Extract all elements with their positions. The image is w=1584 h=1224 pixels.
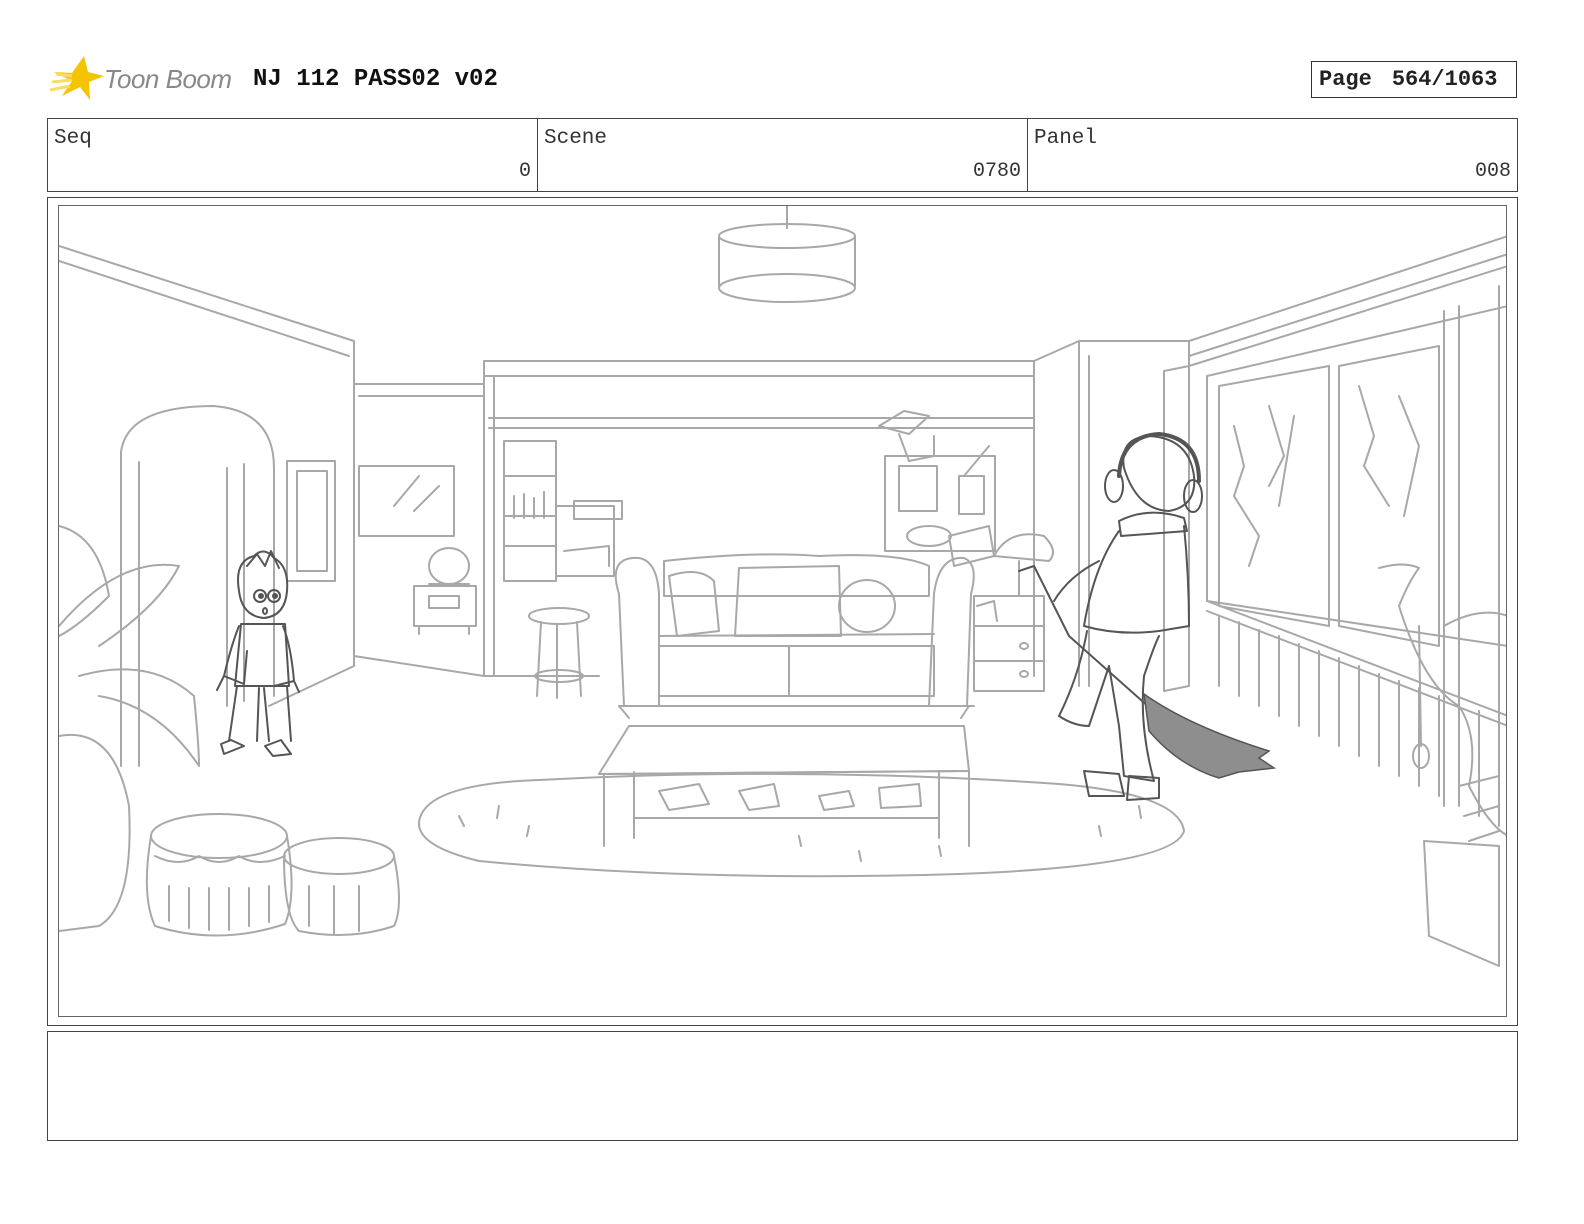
left-plant: [59, 525, 200, 932]
panel-drawing-area: [58, 205, 1507, 1017]
pouf-left: [145, 813, 293, 937]
page-label: Page: [1319, 67, 1372, 92]
project-title: NJ 112 PASS02 v02: [253, 66, 498, 93]
sofa: [614, 553, 975, 719]
toon-boom-logo: Toon Boom: [50, 52, 240, 108]
seq-value: 0: [518, 160, 531, 183]
storyboard-panel: [47, 197, 1518, 1026]
shelf-with-plant: [878, 410, 996, 567]
scene-value: 0780: [972, 160, 1021, 183]
left-wall: [59, 245, 355, 767]
rug: [417, 772, 1185, 878]
page-value: 564/1063: [1391, 67, 1498, 92]
scene-label: Scene: [544, 127, 608, 150]
logo-text: Toon Boom: [104, 64, 232, 94]
ceiling-lamp: [718, 206, 856, 303]
panel-label: Panel: [1034, 127, 1098, 150]
scene-cell: Scene 0780: [538, 119, 1028, 191]
panel-value: 008: [1474, 160, 1511, 183]
broom-bristles: [1143, 692, 1277, 779]
living-room-sketch: [59, 206, 1506, 967]
panel-notes-box: [47, 1031, 1518, 1141]
seq-cell: Seq 0: [48, 119, 538, 191]
boy-character: [216, 550, 300, 757]
pouf-right: [283, 837, 400, 936]
panel-cell: Panel 008: [1028, 119, 1517, 191]
coffee-table: [598, 725, 970, 847]
side-table-left: [413, 547, 477, 635]
round-stool: [528, 607, 590, 699]
seq-label: Seq: [54, 127, 92, 150]
page-indicator: Page 564/1063: [1311, 61, 1517, 98]
toon-boom-star-icon: [50, 56, 104, 100]
right-wall: [1033, 235, 1506, 827]
info-table: Seq 0 Scene 0780 Panel 008: [47, 118, 1518, 192]
